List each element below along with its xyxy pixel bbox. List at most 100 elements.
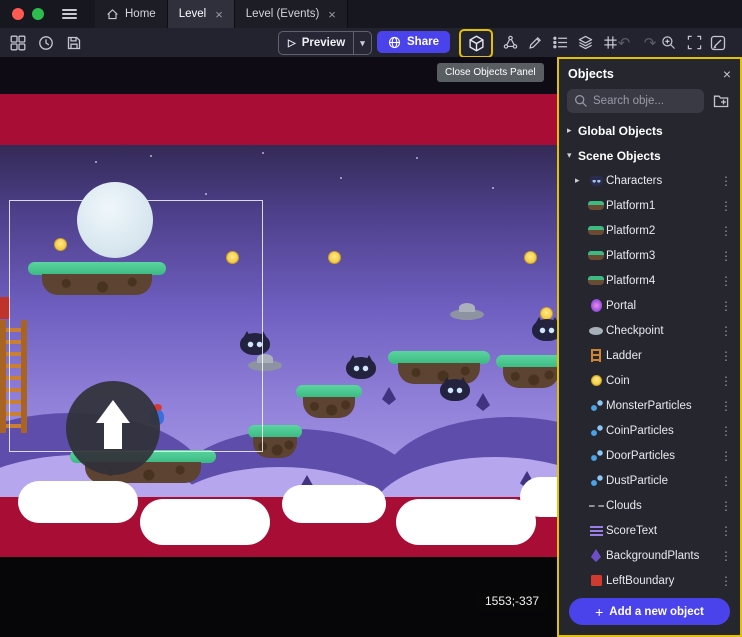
object-menu-icon[interactable]: ⋮ — [718, 249, 734, 263]
scene-editor-canvas[interactable]: 1553;-337 — [0, 57, 557, 637]
edit-scene-icon[interactable] — [708, 32, 728, 54]
add-object-button[interactable]: + Add a new object — [569, 598, 730, 625]
search-icon — [574, 94, 588, 108]
object-row[interactable]: Coin ⋮ — [559, 368, 740, 393]
object-icon — [586, 573, 606, 589]
expand-chevron-icon[interactable]: ▾ — [567, 150, 578, 161]
object-menu-icon[interactable]: ⋮ — [718, 299, 734, 313]
platform-object[interactable] — [496, 355, 557, 389]
expand-chevron-icon[interactable]: ▸ — [567, 125, 578, 136]
object-row[interactable]: MonsterParticles ⋮ — [559, 393, 740, 418]
monster-object[interactable] — [532, 319, 557, 341]
object-row[interactable]: LeftBoundary ⋮ — [559, 568, 740, 592]
object-menu-icon[interactable]: ⋮ — [718, 374, 734, 388]
preview-button[interactable]: ▷ Preview ▾ — [278, 31, 372, 55]
object-row[interactable]: Checkpoint ⋮ — [559, 318, 740, 343]
object-menu-icon[interactable]: ⋮ — [718, 574, 734, 588]
cloud-object[interactable] — [282, 485, 386, 523]
object-menu-icon[interactable]: ⋮ — [718, 274, 734, 288]
object-label: Ladder — [606, 350, 718, 362]
cloud-object[interactable] — [520, 477, 557, 517]
object-label: DoorParticles — [606, 450, 718, 462]
object-menu-icon[interactable]: ⋮ — [718, 324, 734, 338]
object-menu-icon[interactable]: ⋮ — [718, 474, 734, 488]
object-row[interactable]: DustParticle ⋮ — [559, 468, 740, 493]
object-row[interactable]: DoorParticles ⋮ — [559, 443, 740, 468]
object-row[interactable]: Platform4 ⋮ — [559, 268, 740, 293]
cloud-object[interactable] — [140, 499, 270, 545]
object-group-row[interactable]: ▾ Scene Objects — [559, 143, 740, 168]
preview-options-chevron-icon[interactable]: ▾ — [354, 38, 371, 49]
object-icon — [586, 248, 606, 264]
monster-object[interactable] — [346, 357, 376, 379]
object-label: LeftBoundary — [606, 575, 718, 587]
zoom-in-icon[interactable] — [658, 32, 678, 54]
maximize-window-button[interactable] — [32, 8, 44, 20]
layers-icon[interactable] — [575, 32, 595, 54]
object-menu-icon[interactable]: ⋮ — [718, 549, 734, 563]
titlebar: Home Level × Level (Events) × — [0, 0, 742, 28]
coin-object[interactable] — [328, 251, 341, 264]
object-menu-icon[interactable]: ⋮ — [718, 449, 734, 463]
save-icon[interactable] — [64, 32, 84, 54]
object-row[interactable]: CoinParticles ⋮ — [559, 418, 740, 443]
main-menu-icon[interactable] — [62, 13, 77, 15]
object-label: Platform4 — [606, 275, 718, 287]
object-menu-icon[interactable]: ⋮ — [718, 424, 734, 438]
coin-object[interactable] — [524, 251, 537, 264]
object-menu-icon[interactable]: ⋮ — [718, 224, 734, 238]
object-row[interactable]: ScoreText ⋮ — [559, 518, 740, 543]
cloud-object[interactable] — [396, 499, 536, 545]
close-window-button[interactable] — [12, 8, 24, 20]
object-row[interactable]: Portal ⋮ — [559, 293, 740, 318]
object-row[interactable]: Ladder ⋮ — [559, 343, 740, 368]
close-tab-icon[interactable]: × — [328, 8, 336, 21]
tab-label: Level — [179, 8, 207, 20]
zoom-fit-icon[interactable] — [684, 32, 704, 54]
object-menu-icon[interactable]: ⋮ — [718, 174, 734, 188]
editor-tab[interactable]: Level × — [168, 0, 235, 28]
object-label: Platform1 — [606, 200, 718, 212]
new-folder-icon[interactable] — [710, 90, 732, 112]
object-label: Portal — [606, 300, 718, 312]
object-row[interactable]: Clouds ⋮ — [559, 493, 740, 518]
object-icon — [586, 473, 606, 489]
object-row[interactable]: ▸ Characters ⋮ — [559, 168, 740, 193]
object-menu-icon[interactable]: ⋮ — [718, 499, 734, 513]
monster-object[interactable] — [440, 379, 470, 401]
editor-tab[interactable]: Home — [95, 0, 168, 28]
checkpoint-object[interactable] — [450, 309, 484, 320]
home-icon — [106, 8, 119, 21]
object-groups-icon[interactable] — [500, 32, 520, 54]
object-row[interactable]: BackgroundPlants ⋮ — [559, 543, 740, 568]
edit-pencil-icon[interactable] — [525, 32, 545, 54]
objects-panel-title: Objects — [568, 67, 614, 81]
jump-touch-control-object[interactable] — [66, 381, 160, 475]
redo-icon[interactable]: ↷ — [640, 32, 660, 54]
object-menu-icon[interactable]: ⋮ — [718, 524, 734, 538]
undo-icon[interactable]: ↶ — [614, 32, 634, 54]
platform-object[interactable] — [388, 351, 490, 385]
object-row[interactable]: Platform3 ⋮ — [559, 243, 740, 268]
object-menu-icon[interactable]: ⋮ — [718, 199, 734, 213]
tooltip: Close Objects Panel — [437, 63, 544, 82]
object-row[interactable]: Platform2 ⋮ — [559, 218, 740, 243]
editor-tab[interactable]: Level (Events) × — [235, 0, 348, 28]
object-group-row[interactable]: ▸ Global Objects — [559, 118, 740, 143]
history-icon[interactable] — [36, 32, 56, 54]
platform-object[interactable] — [296, 385, 362, 415]
expand-chevron-icon[interactable]: ▸ — [575, 175, 586, 186]
share-button[interactable]: Share — [377, 31, 450, 53]
object-search — [567, 89, 704, 113]
object-menu-icon[interactable]: ⋮ — [718, 399, 734, 413]
close-panel-icon[interactable]: × — [723, 67, 731, 81]
instances-list-icon[interactable] — [550, 32, 570, 54]
object-menu-icon[interactable]: ⋮ — [718, 349, 734, 363]
object-row[interactable]: Platform1 ⋮ — [559, 193, 740, 218]
share-label: Share — [407, 36, 439, 48]
project-manager-icon[interactable] — [8, 32, 28, 54]
objects-panel-toggle-button[interactable] — [459, 29, 493, 58]
close-tab-icon[interactable]: × — [215, 8, 223, 21]
cursor-coordinates: 1553;-337 — [476, 591, 548, 611]
cloud-object[interactable] — [18, 481, 138, 523]
